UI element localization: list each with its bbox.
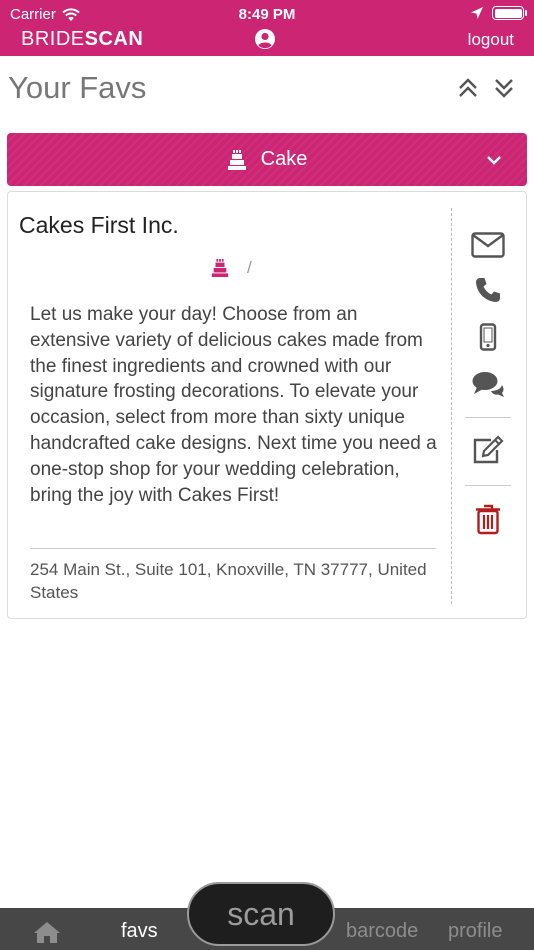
chevron-down-icon[interactable] [485,151,503,169]
status-bar: Carrier 8:49 PM [0,4,534,26]
battery-icon [492,6,527,20]
vendor-name: Cakes First Inc. [19,212,179,238]
text-button[interactable] [470,320,506,354]
category-accordion-header[interactable]: Cake [7,133,527,186]
nav-barcode[interactable]: barcode [346,920,418,943]
call-button[interactable] [470,273,506,307]
category-separator: / [247,258,252,277]
trash-icon [476,504,500,535]
expand-all-icon[interactable] [492,76,516,100]
divider [451,208,452,604]
location-arrow-icon [471,7,483,19]
email-button[interactable] [470,228,506,262]
status-indicators [470,6,527,20]
envelope-icon [471,232,505,258]
mobile-icon [479,323,497,351]
phone-icon [476,278,500,302]
user-circle-icon[interactable] [254,28,276,50]
scan-button[interactable]: scan [187,882,335,946]
app-logo: BRIDESCAN [21,28,144,50]
divider [465,417,511,418]
nav-profile[interactable]: profile [448,920,502,943]
vendor-address: 254 Main St., Suite 101, Knoxville, TN 3… [30,560,427,602]
category-label: Cake [260,148,308,170]
cake-icon [227,149,246,170]
home-icon[interactable] [33,920,61,944]
delete-button[interactable] [470,502,506,536]
edit-button[interactable] [470,433,506,467]
divider [465,485,511,486]
category-title: Cake [7,133,527,186]
page-title: Your Favs [8,70,147,105]
chat-icon [472,372,504,397]
vendor-card: Cakes First Inc. / Let us make your day!… [7,191,527,619]
logout-link[interactable]: logout [468,30,514,50]
vendor-category-row: / [211,258,252,278]
scan-label: scan [227,895,295,932]
cake-icon [211,259,229,277]
chat-button[interactable] [470,367,506,401]
collapse-all-icon[interactable] [456,76,480,100]
vendor-description: Let us make your day! Choose from an ext… [30,304,437,506]
app-header: Carrier 8:49 PM BRIDESCAN logout [0,0,534,56]
status-time: 8:49 PM [238,6,296,23]
nav-favs[interactable]: favs [121,920,158,943]
divider [30,548,436,549]
edit-icon [473,435,504,464]
brand-row: BRIDESCAN logout [0,28,534,52]
